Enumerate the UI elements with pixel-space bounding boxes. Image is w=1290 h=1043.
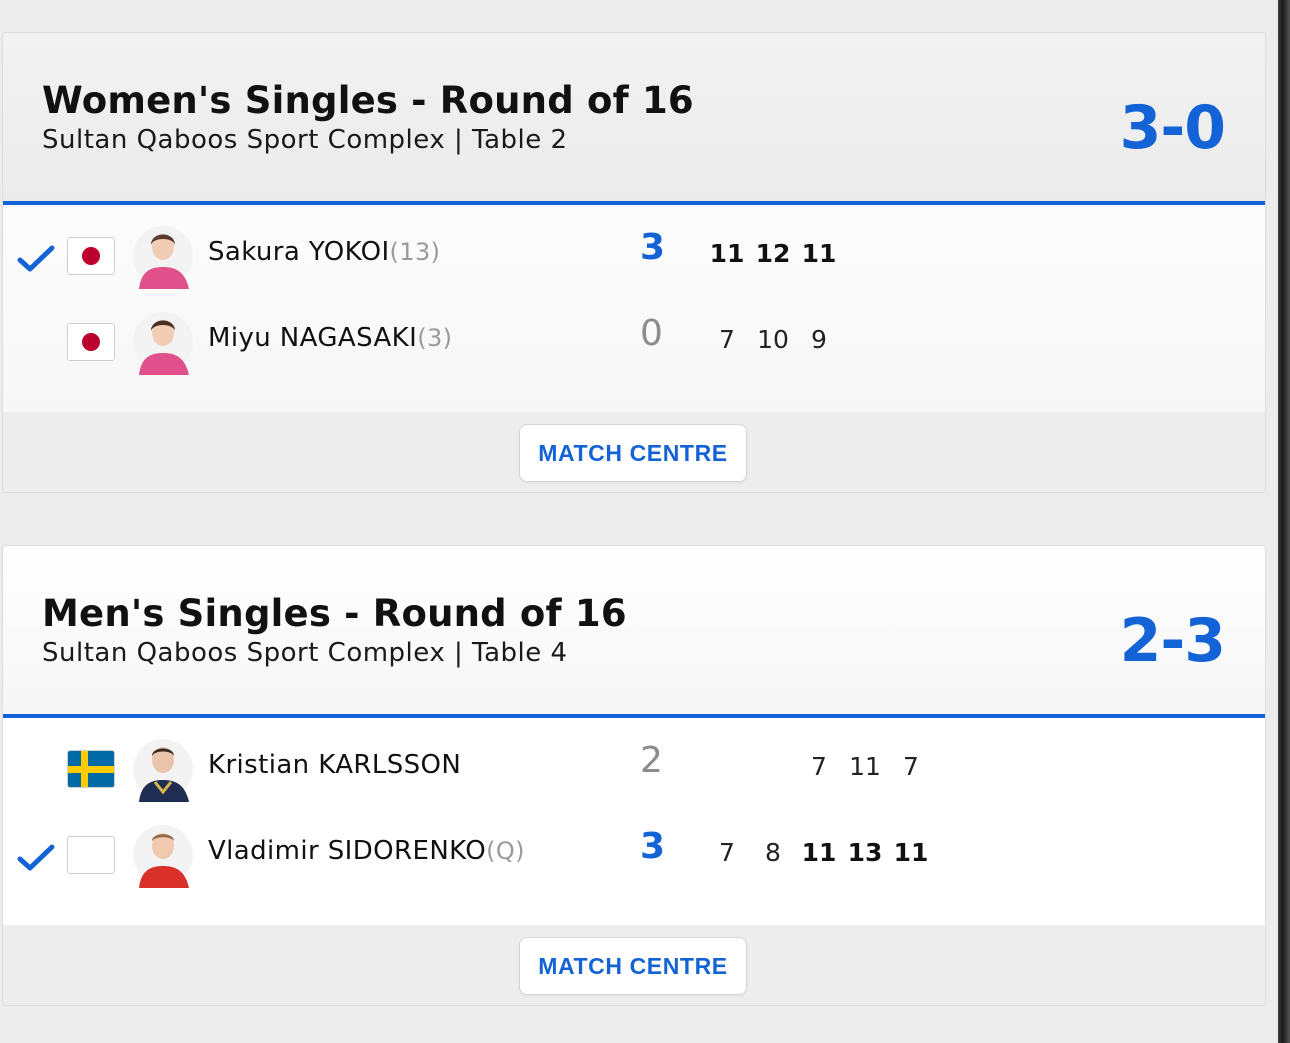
game-score: 8: [765, 838, 781, 867]
player-name[interactable]: Miyu NAGASAKI(3): [208, 323, 452, 353]
game-score: 11: [893, 838, 929, 867]
game-score: 11: [801, 838, 837, 867]
player-sets-won: 3: [640, 826, 666, 867]
blank-flag-icon: [67, 836, 115, 874]
match-title: Men's Singles - Round of 16: [42, 592, 627, 635]
game-score: 7: [811, 752, 827, 781]
game-score: 11: [801, 239, 837, 268]
player-name[interactable]: Sakura YOKOI(13): [208, 237, 440, 267]
game-score: 11: [849, 752, 881, 781]
game-score: 12: [755, 239, 791, 268]
player-seed: (3): [417, 324, 453, 352]
winner-check-icon: [17, 245, 55, 272]
game-score: 13: [847, 838, 883, 867]
player-name[interactable]: Vladimir SIDORENKO(Q): [208, 836, 525, 866]
match-footer: MATCH CENTRE: [3, 925, 1265, 1005]
match-centre-button[interactable]: MATCH CENTRE: [519, 424, 747, 482]
players-list: Sakura YOKOI(13) 3 11 12 11 Miyu NAGASAK…: [3, 205, 1265, 412]
match-header: Men's Singles - Round of 16 Sultan Qaboo…: [3, 546, 1265, 718]
player-row: Kristian KARLSSON 2 7 11 7: [3, 724, 1265, 810]
match-venue: Sultan Qaboos Sport Complex | Table 4: [42, 638, 568, 668]
game-score: 11: [709, 239, 745, 268]
japan-flag-icon: [67, 323, 115, 361]
japan-flag-icon: [67, 237, 115, 275]
player-row: Sakura YOKOI(13) 3 11 12 11: [3, 211, 1265, 297]
player-row: Vladimir SIDORENKO(Q) 3 7 8 11 13 11: [3, 810, 1265, 896]
player-sets-won: 3: [640, 227, 666, 268]
match-centre-button[interactable]: MATCH CENTRE: [519, 937, 747, 995]
players-list: Kristian KARLSSON 2 7 11 7 Vladimir SIDO…: [3, 718, 1265, 925]
player-avatar: [133, 226, 193, 289]
player-sets-won: 0: [640, 313, 663, 354]
match-score: 2-3: [1119, 606, 1226, 676]
scrollbar[interactable]: [1278, 0, 1290, 1043]
match-card-womens-singles: Women's Singles - Round of 16 Sultan Qab…: [2, 32, 1266, 493]
match-title: Women's Singles - Round of 16: [42, 79, 694, 122]
player-row: Miyu NAGASAKI(3) 0 7 10 9: [3, 297, 1265, 383]
player-sets-won: 2: [640, 740, 663, 781]
game-score: 7: [719, 325, 735, 354]
player-name[interactable]: Kristian KARLSSON: [208, 750, 461, 780]
winner-check-icon: [17, 844, 55, 871]
match-footer: MATCH CENTRE: [3, 412, 1265, 492]
player-seed: (13): [389, 238, 441, 266]
player-avatar: [133, 312, 193, 375]
player-seed: (Q): [486, 837, 525, 865]
match-header: Women's Singles - Round of 16 Sultan Qab…: [3, 33, 1265, 205]
player-avatar: [133, 739, 193, 802]
game-score: 9: [811, 325, 827, 354]
game-score: 7: [719, 838, 735, 867]
game-score: 7: [903, 752, 919, 781]
match-venue: Sultan Qaboos Sport Complex | Table 2: [42, 125, 568, 155]
player-avatar: [133, 825, 193, 888]
game-score: 10: [757, 325, 789, 354]
match-card-mens-singles: Men's Singles - Round of 16 Sultan Qaboo…: [2, 545, 1266, 1006]
match-score: 3-0: [1119, 93, 1226, 163]
sweden-flag-icon: [67, 750, 115, 788]
